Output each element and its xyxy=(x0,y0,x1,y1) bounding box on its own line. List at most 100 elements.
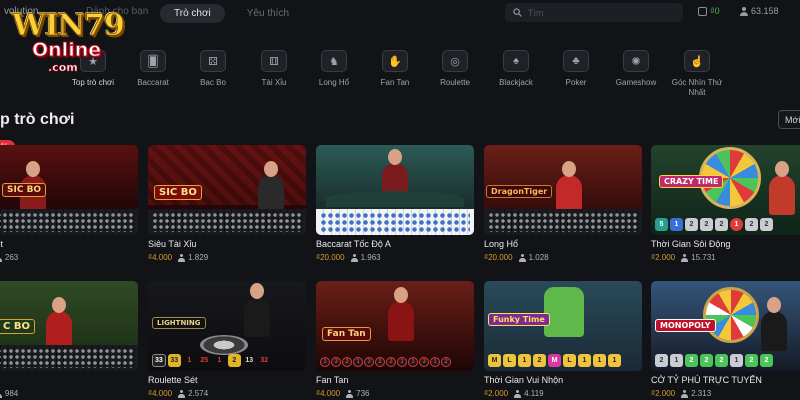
game-card-crazy-time[interactable]: CRAZY TIME 5 1 2 2 2 1 2 2 Thời Gian Sôi… xyxy=(651,145,800,262)
category-tai-xiu[interactable]: ⚅ Tài Xỉu xyxy=(244,50,304,88)
category-label: Roulette xyxy=(440,78,470,87)
game-card-speed-baccarat-a[interactable]: Baccarat Tốc Độ A ₫20.000 1.963 xyxy=(316,145,474,262)
poker-icon: ♣ xyxy=(563,50,589,72)
category-first-person[interactable]: ☝ Góc Nhìn Thứ Nhất xyxy=(667,50,727,98)
result-chip: 1 xyxy=(397,357,407,367)
dealer-figure xyxy=(769,161,795,215)
result-chip: 5 xyxy=(655,218,668,231)
category-label: Fan Tan xyxy=(380,78,410,87)
result-chip: M xyxy=(548,354,561,367)
category-blackjack[interactable]: ♠ Blackjack xyxy=(486,50,546,88)
game-card-fan-tan[interactable]: Fan Tan 1 3 2 1 3 2 2 1 1 3 1 2 Fan Tan … xyxy=(316,281,474,398)
result-chip: 2 xyxy=(760,218,773,231)
result-chip: 2 xyxy=(375,357,385,367)
category-bac-bo[interactable]: ⚄ Bac Bo xyxy=(183,50,243,88)
result-chip: M xyxy=(488,354,501,367)
game-card-monopoly-live[interactable]: MONOPOLY 2 1 2 2 2 1 2 2 CỜ TỶ PHÚ TRỰC … xyxy=(651,281,800,398)
result-chip: 2 xyxy=(386,357,396,367)
result-chip: 1 xyxy=(578,354,591,367)
game-meta: ₫4.000 736 xyxy=(316,389,474,398)
dealer-figure xyxy=(244,283,270,337)
recent-results: 33 33 1 25 1 2 13 32 xyxy=(152,354,271,367)
tab-favorites[interactable]: Yêu thích xyxy=(247,8,289,19)
min-bet: ₫4.000 xyxy=(316,389,341,398)
game-thumbnail: DragonTiger xyxy=(484,145,642,235)
game-meta: ₫20.000 1.963 xyxy=(316,253,474,262)
result-chip: L xyxy=(563,354,576,367)
search-box[interactable] xyxy=(505,3,683,22)
search-icon xyxy=(513,8,522,17)
user-icon xyxy=(0,254,2,262)
game-card-super-sic-bo[interactable]: SIC BO Siêu Tài Xỉu ₫4.000 1.829 xyxy=(148,145,306,262)
user-icon xyxy=(514,389,522,398)
game-meta: ₫2.000 4.119 xyxy=(484,389,642,398)
result-chip: 2 xyxy=(715,354,728,367)
wallet-balance[interactable]: ₫0 xyxy=(698,6,720,16)
result-chip: 3 xyxy=(364,357,374,367)
result-chip: 1 xyxy=(320,357,330,367)
min-bet: ₫2.000 xyxy=(651,389,676,398)
new-filter-button[interactable]: Mới xyxy=(778,110,800,129)
player-count-value: 984 xyxy=(4,389,19,398)
category-roulette[interactable]: ◎ Roulette xyxy=(425,50,485,88)
result-chip: 2 xyxy=(655,354,668,367)
result-chip: 2 xyxy=(745,218,758,231)
category-fan-tan[interactable]: ✋ Fan Tan xyxy=(365,50,425,88)
result-chip: 1 xyxy=(518,354,531,367)
baccarat-table xyxy=(326,191,464,207)
player-count: 984 xyxy=(0,389,18,398)
game-card-funky-time[interactable]: Funky Time M L 1 2 M L 1 1 1 Thời Gian V… xyxy=(484,281,642,398)
bet-spots xyxy=(0,212,134,232)
result-chip: 1 xyxy=(353,357,363,367)
min-bet: ₫4.000 xyxy=(148,253,173,262)
category-baccarat[interactable]: 🂠 Baccarat xyxy=(123,50,183,88)
result-chip: 1 xyxy=(430,357,440,367)
category-label: Blackjack xyxy=(499,78,533,87)
game-meta: ₫20.000 1.028 xyxy=(484,253,642,262)
tab-games[interactable]: Trò chơi xyxy=(160,3,225,23)
table-sign: SIC BO xyxy=(154,185,202,200)
result-chip: 2 xyxy=(685,218,698,231)
game-thumbnail: CRAZY TIME 5 1 2 2 2 1 2 2 xyxy=(651,145,800,235)
game-meta: ₫4.000 1.829 xyxy=(148,253,306,262)
scoreboard-beads xyxy=(320,212,470,232)
category-long-ho[interactable]: ♞ Long Hổ xyxy=(304,50,364,88)
game-card-sic-bo-lightning[interactable]: SIC BO ỉu Sét 00 263 xyxy=(0,145,138,262)
category-gameshow[interactable]: ✺ Gameshow xyxy=(606,50,666,88)
dice-icon: ⚄ xyxy=(200,50,226,72)
search-input[interactable] xyxy=(528,7,678,18)
category-label: Bac Bo xyxy=(200,78,226,87)
game-card-sic-bo[interactable]: C BO Bo 00 984 xyxy=(0,281,138,398)
first-person-icon: ☝ xyxy=(684,50,710,72)
result-chip: 32 xyxy=(260,357,269,364)
game-card-dragon-tiger[interactable]: DragonTiger Long Hổ ₫20.000 1.028 xyxy=(484,145,642,262)
wallet-amount: ₫0 xyxy=(710,6,720,16)
result-chip: L xyxy=(503,354,516,367)
blackjack-icon: ♠ xyxy=(503,50,529,72)
main-tabs: Trò chơi Yêu thích xyxy=(160,2,289,24)
bet-spots xyxy=(152,212,302,232)
game-meta: 00 263 xyxy=(0,253,138,262)
player-count: 1.829 xyxy=(178,253,208,262)
user-icon xyxy=(740,6,748,16)
table-sign: Funky Time xyxy=(488,313,550,326)
recent-results: 2 1 2 2 2 1 2 2 xyxy=(655,354,773,367)
wallet-icon xyxy=(698,6,707,16)
table-sign: LIGHTNING xyxy=(152,317,206,329)
category-poker[interactable]: ♣ Poker xyxy=(546,50,606,88)
result-chip: 3 xyxy=(419,357,429,367)
result-chip: 2 xyxy=(441,357,451,367)
scoreboard xyxy=(316,209,474,235)
cards-icon: 🂠 xyxy=(140,50,166,72)
player-count-value: 2.574 xyxy=(188,389,209,398)
dealer-figure xyxy=(761,297,787,351)
recent-results: M L 1 2 M L 1 1 1 xyxy=(488,354,621,367)
game-card-lightning-roulette[interactable]: LIGHTNING 33 33 1 25 1 2 13 32 Roulette … xyxy=(148,281,306,398)
player-count: 1.028 xyxy=(518,253,549,262)
robot-host xyxy=(544,287,584,337)
site-logo[interactable]: WIN79 Online .com xyxy=(6,8,126,76)
game-meta: ₫2.000 15.731 xyxy=(651,253,800,262)
result-chip: 1 xyxy=(608,354,621,367)
category-label: Góc Nhìn Thứ Nhất xyxy=(671,78,723,97)
result-chip: 2 xyxy=(745,354,758,367)
